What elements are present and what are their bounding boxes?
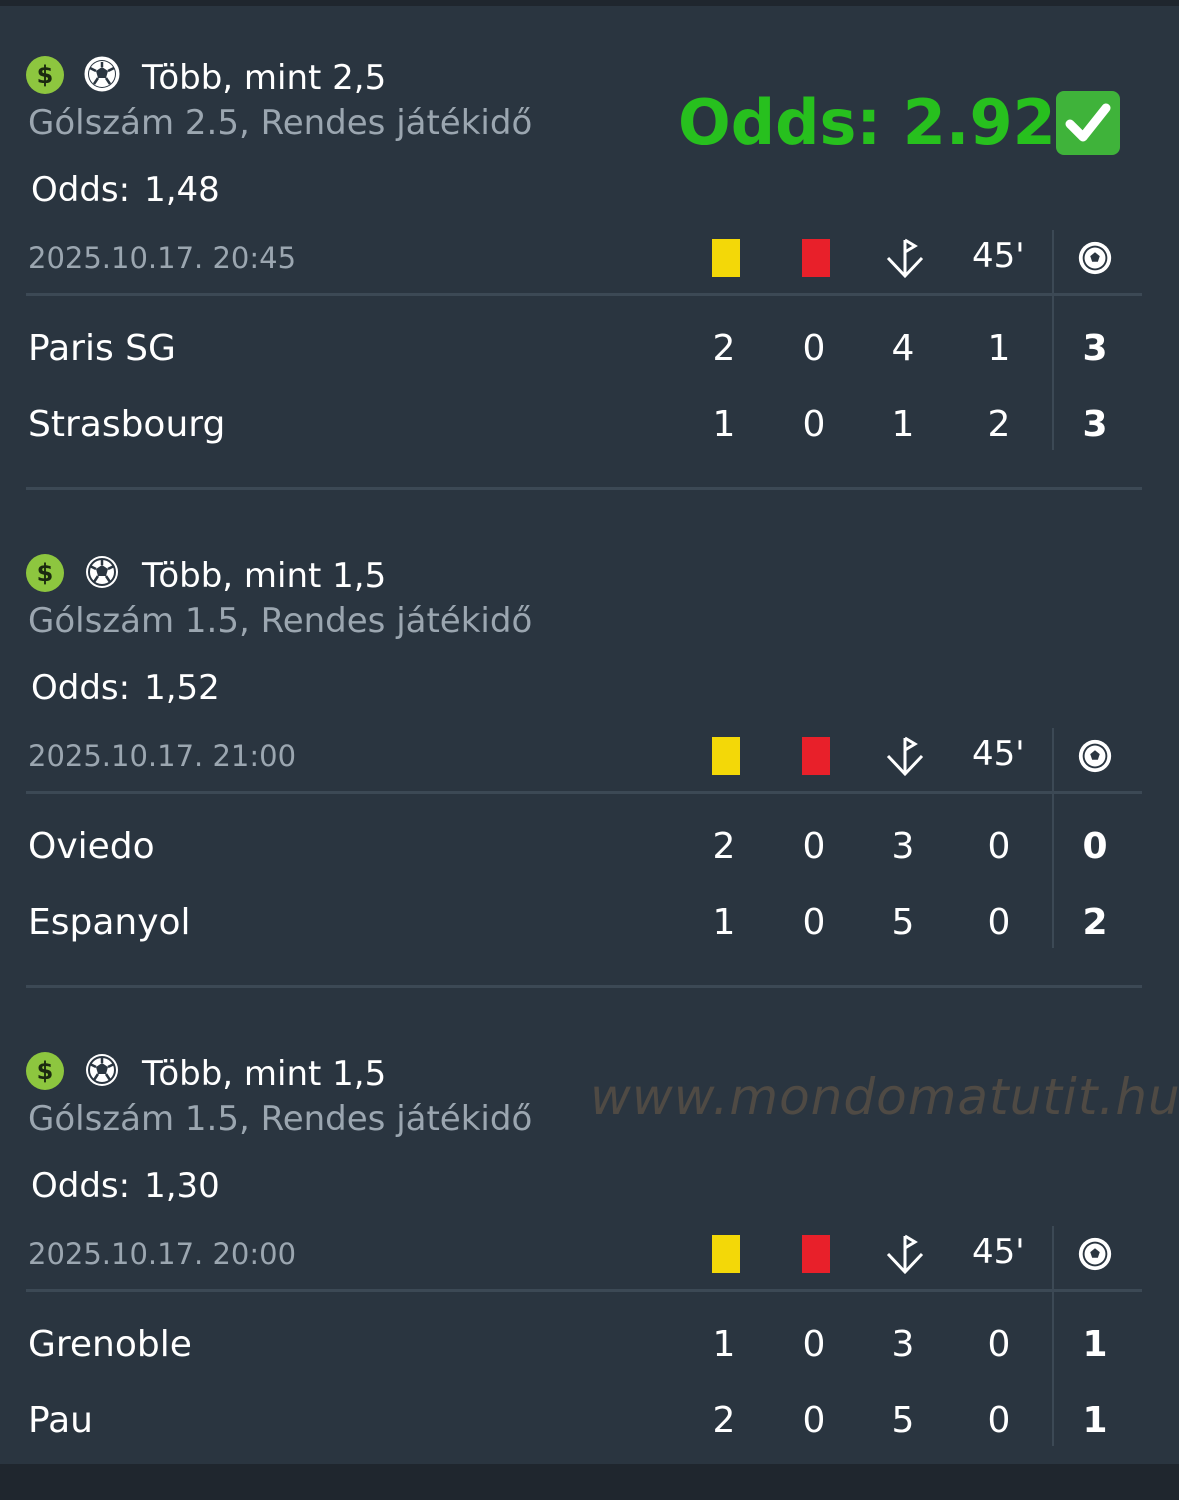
halftime-header: 45' xyxy=(972,1232,1025,1272)
bet-market: Gólszám 2.5, Rendes játékidő xyxy=(28,103,533,143)
team-row: Espanyol 1 0 5 0 2 xyxy=(0,902,1179,952)
team-row: Strasbourg 1 0 1 2 3 xyxy=(0,404,1179,454)
yellow-cards: 2 xyxy=(712,328,736,369)
match-datetime: 2025.10.17. 21:00 xyxy=(28,739,297,773)
team-name: Paris SG xyxy=(28,328,176,369)
red-card-icon xyxy=(802,737,830,775)
final-goals: 1 xyxy=(1082,1324,1108,1365)
yellow-card-icon xyxy=(712,1235,740,1273)
bet-odds: Odds: 1,30 xyxy=(31,1166,220,1206)
red-cards: 0 xyxy=(802,1324,826,1365)
bet-card[interactable]: $ Több, mint 1,5 Gólszám 1.5, Rendes ját… xyxy=(0,504,1179,1002)
header-divider xyxy=(26,1289,1142,1292)
odds-label: Odds: xyxy=(31,170,131,210)
team-name: Oviedo xyxy=(28,826,155,867)
bet-title: Több, mint 2,5 xyxy=(142,58,387,98)
money-icon: $ xyxy=(26,1052,64,1090)
yellow-cards: 1 xyxy=(712,404,736,445)
yellow-cards: 2 xyxy=(712,826,736,867)
corners: 3 xyxy=(891,826,915,867)
red-cards: 0 xyxy=(802,328,826,369)
halftime-header: 45' xyxy=(972,734,1025,774)
red-cards: 0 xyxy=(802,826,826,867)
odds-value: 1,52 xyxy=(144,668,220,708)
bet-card[interactable]: $ Több, mint 2,5 Gólszám 2.5, Rendes ját… xyxy=(0,6,1179,504)
final-goals: 2 xyxy=(1082,902,1108,943)
corners: 5 xyxy=(891,902,915,943)
yellow-cards: 1 xyxy=(712,1324,736,1365)
goals-ball-icon xyxy=(1078,1237,1112,1271)
final-goals: 0 xyxy=(1082,826,1108,867)
check-mark-icon xyxy=(1055,91,1120,155)
header-divider xyxy=(26,293,1142,296)
bet-odds: Odds: 1,52 xyxy=(31,668,220,708)
odds-label: Odds: xyxy=(31,668,131,708)
team-name: Strasbourg xyxy=(28,404,226,445)
watermark: www.mondomatutit.hu xyxy=(590,1068,1179,1126)
total-odds-banner: Odds: 2.92 xyxy=(678,88,1120,158)
bet-market: Gólszám 1.5, Rendes játékidő xyxy=(28,601,533,641)
goals-ball-icon xyxy=(1078,241,1112,275)
corner-flag-icon xyxy=(886,1234,924,1275)
soccer-ball-icon xyxy=(86,556,118,588)
corners: 1 xyxy=(891,404,915,445)
bet-odds: Odds: 1,48 xyxy=(31,170,220,210)
final-goals: 3 xyxy=(1082,404,1108,445)
bet-divider xyxy=(26,487,1142,490)
red-card-icon xyxy=(802,1235,830,1273)
corners: 3 xyxy=(891,1324,915,1365)
halftime-goals: 0 xyxy=(987,902,1011,943)
odds-value: 1,30 xyxy=(144,1166,220,1206)
bet-market: Gólszám 1.5, Rendes játékidő xyxy=(28,1099,533,1139)
money-icon: $ xyxy=(26,56,64,94)
red-cards: 0 xyxy=(802,902,826,943)
halftime-goals: 0 xyxy=(987,1324,1011,1365)
header-divider xyxy=(26,791,1142,794)
red-card-icon xyxy=(802,239,830,277)
final-goals: 3 xyxy=(1082,328,1108,369)
team-name: Pau xyxy=(28,1400,93,1441)
red-cards: 0 xyxy=(802,1400,826,1441)
bet-divider xyxy=(26,985,1142,988)
money-icon: $ xyxy=(26,554,64,592)
team-row: Oviedo 2 0 3 0 0 xyxy=(0,826,1179,876)
halftime-goals: 0 xyxy=(987,1400,1011,1441)
bet-title: Több, mint 1,5 xyxy=(142,1054,387,1094)
halftime-goals: 0 xyxy=(987,826,1011,867)
total-odds-text: Odds: 2.92 xyxy=(678,86,1056,159)
match-datetime: 2025.10.17. 20:45 xyxy=(28,241,297,275)
odds-value: 1,48 xyxy=(144,170,220,210)
soccer-ball-icon xyxy=(84,56,120,92)
yellow-card-icon xyxy=(712,737,740,775)
halftime-header: 45' xyxy=(972,236,1025,276)
halftime-goals: 1 xyxy=(987,328,1011,369)
odds-label: Odds: xyxy=(31,1166,131,1206)
goals-ball-icon xyxy=(1078,739,1112,773)
corner-flag-icon xyxy=(886,238,924,279)
red-cards: 0 xyxy=(802,404,826,445)
corner-flag-icon xyxy=(886,736,924,777)
team-row: Grenoble 1 0 3 0 1 xyxy=(0,1324,1179,1374)
yellow-cards: 2 xyxy=(712,1400,736,1441)
team-name: Espanyol xyxy=(28,902,191,943)
yellow-cards: 1 xyxy=(712,902,736,943)
halftime-goals: 2 xyxy=(987,404,1011,445)
yellow-card-icon xyxy=(712,239,740,277)
corners: 5 xyxy=(891,1400,915,1441)
bets-panel: $ Több, mint 2,5 Gólszám 2.5, Rendes ját… xyxy=(0,6,1179,1464)
soccer-ball-icon xyxy=(86,1054,118,1086)
team-name: Grenoble xyxy=(28,1324,192,1365)
match-datetime: 2025.10.17. 20:00 xyxy=(28,1237,297,1271)
bet-title: Több, mint 1,5 xyxy=(142,556,387,596)
team-row: Paris SG 2 0 4 1 3 xyxy=(0,328,1179,378)
corners: 4 xyxy=(891,328,915,369)
final-goals: 1 xyxy=(1082,1400,1108,1441)
team-row: Pau 2 0 5 0 1 xyxy=(0,1400,1179,1450)
